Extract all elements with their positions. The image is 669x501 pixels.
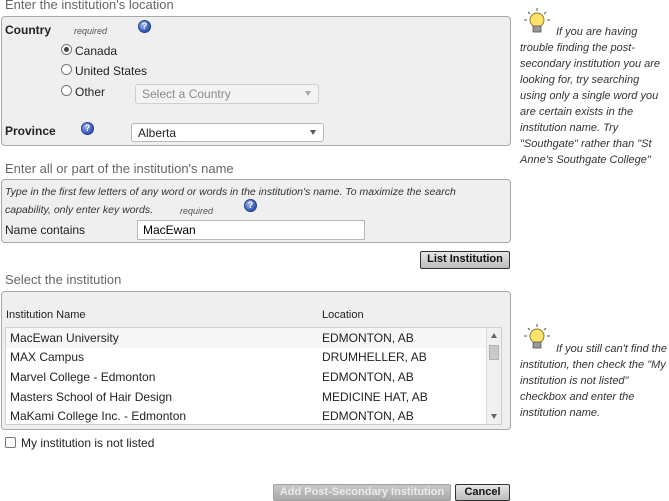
table-row[interactable]: Masters School of Hair Design MEDICINE H… <box>6 387 501 407</box>
row-institution-name: MaKami College Inc. - Edmonton <box>10 409 187 423</box>
scroll-down-icon[interactable] <box>491 414 497 419</box>
province-select[interactable]: Alberta <box>131 123 324 142</box>
table-row[interactable]: MacEwan University EDMONTON, AB <box>6 328 501 348</box>
add-institution-button[interactable]: Add Post-Secondary Institution <box>273 484 451 501</box>
radio-other[interactable] <box>61 85 72 96</box>
row-institution-name: Masters School of Hair Design <box>10 390 173 404</box>
row-location: EDMONTON, AB <box>322 370 414 384</box>
radio-canada[interactable] <box>61 44 72 55</box>
other-country-select[interactable]: Select a Country <box>135 84 319 104</box>
name-section-title: Enter all or part of the institution's n… <box>5 161 234 176</box>
scroll-thumb[interactable] <box>489 345 499 360</box>
not-listed-label: My institution is not listed <box>21 436 155 450</box>
row-location: DRUMHELLER, AB <box>322 350 427 364</box>
select-section-title: Select the institution <box>5 272 122 287</box>
location-panel: Country required ? Canada United States … <box>1 16 511 146</box>
institution-table-panel: Institution Name Location MacEwan Univer… <box>1 291 511 430</box>
cancel-button[interactable]: Cancel <box>455 484 510 501</box>
tip-1: If you are having trouble finding the po… <box>520 24 668 168</box>
table-row[interactable]: MaKami College Inc. - Edmonton EDMONTON,… <box>6 406 501 424</box>
name-required-note: required <box>180 206 214 216</box>
name-instruction: Type in the first few letters of any wor… <box>5 183 475 219</box>
row-institution-name: MacEwan University <box>10 331 119 345</box>
radio-canada-label: Canada <box>75 44 118 58</box>
province-help-icon[interactable]: ? <box>81 122 94 135</box>
list-institution-button[interactable]: List Institution <box>420 251 510 269</box>
row-location: MEDICINE HAT, AB <box>322 390 428 404</box>
scroll-up-icon[interactable] <box>491 333 497 338</box>
other-country-placeholder: Select a Country <box>142 87 231 101</box>
radio-united-states[interactable] <box>61 64 72 75</box>
name-contains-label: Name contains <box>5 223 86 237</box>
name-help-icon[interactable]: ? <box>244 199 257 212</box>
column-header-name: Institution Name <box>6 309 86 321</box>
table-row[interactable]: MAX Campus DRUMHELLER, AB <box>6 347 501 367</box>
name-panel: Type in the first few letters of any wor… <box>1 179 511 243</box>
radio-other-label: Other <box>75 85 106 99</box>
column-header-location: Location <box>322 309 364 321</box>
location-section-title: Enter the institution's location <box>5 0 174 12</box>
table-row[interactable]: Marvel College - Edmonton EDMONTON, AB <box>6 367 501 387</box>
country-required-note: required <box>74 26 108 36</box>
row-location: EDMONTON, AB <box>322 331 414 345</box>
row-institution-name: MAX Campus <box>10 350 85 364</box>
row-location: EDMONTON, AB <box>322 409 414 423</box>
dropdown-arrow-icon <box>310 130 316 135</box>
list-scrollbar[interactable] <box>486 328 501 424</box>
tip-2: If you still can't find the institution,… <box>520 341 668 421</box>
country-help-icon[interactable]: ? <box>138 20 151 33</box>
radio-united-states-label: United States <box>75 64 148 78</box>
province-label: Province <box>5 124 56 138</box>
country-label: Country <box>5 23 51 37</box>
name-contains-input[interactable] <box>137 220 365 240</box>
tip-2-text: If you still can't find the institution,… <box>520 343 667 419</box>
institution-list[interactable]: MacEwan University EDMONTON, AB MAX Camp… <box>5 327 502 425</box>
name-instruction-text: Type in the first few letters of any wor… <box>5 186 456 216</box>
province-value: Alberta <box>138 126 177 140</box>
tip-1-text: If you are having trouble finding the po… <box>520 26 661 166</box>
dropdown-arrow-icon <box>305 91 311 96</box>
not-listed-checkbox[interactable] <box>5 437 16 448</box>
row-institution-name: Marvel College - Edmonton <box>10 370 156 384</box>
